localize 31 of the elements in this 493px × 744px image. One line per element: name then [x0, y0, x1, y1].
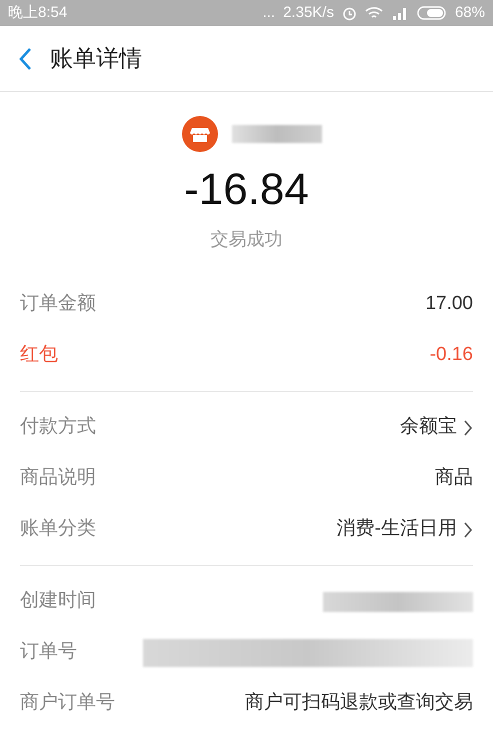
- alarm-icon: [342, 6, 357, 20]
- field-value: 余额宝: [400, 415, 457, 440]
- battery-icon: [416, 6, 447, 20]
- transaction-status: 交易成功: [210, 228, 282, 251]
- field-value: 17.00: [425, 292, 473, 316]
- field-link[interactable]: 消费-生活日用: [336, 515, 473, 544]
- field-value: 商品: [435, 466, 473, 490]
- field-value: -0.16: [430, 343, 473, 368]
- signal-icon: [390, 6, 409, 20]
- field-label: 订单金额: [20, 292, 96, 316]
- field-label: 付款方式: [20, 415, 96, 440]
- page-title: 账单详情: [50, 44, 142, 74]
- field-label: 账单分类: [20, 517, 96, 542]
- battery-level: 68%: [454, 2, 485, 23]
- field-label: 创建时间: [20, 589, 96, 614]
- field-link[interactable]: 余额宝: [400, 413, 473, 442]
- field-label: 商品说明: [20, 466, 96, 490]
- chevron-right-icon: [463, 420, 473, 436]
- back-icon[interactable]: [18, 46, 32, 70]
- chevron-right-icon: [463, 522, 473, 538]
- field-label: 商户订单号: [20, 691, 115, 716]
- status-time: 晚上8:54: [8, 2, 68, 23]
- field-label: 订单号: [20, 640, 77, 664]
- network-speed: 2.35K/s: [283, 2, 334, 23]
- wifi-icon: [364, 6, 383, 20]
- field-value: 商户可扫码退款或查询交易: [245, 691, 473, 716]
- field-label: 红包: [20, 343, 58, 368]
- field-value: 消费-生活日用: [336, 517, 457, 542]
- shop-icon: [182, 116, 218, 152]
- status-dots: ...: [262, 2, 276, 23]
- amount: -16.84: [184, 164, 309, 216]
